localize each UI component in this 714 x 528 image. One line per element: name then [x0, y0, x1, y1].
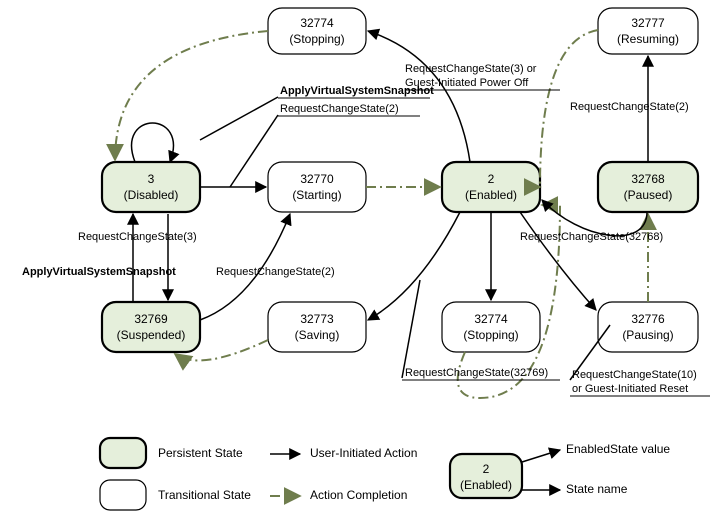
- edge-label-rcs32768: RequestChangeState(32768): [520, 231, 663, 243]
- state-resuming-value: 32777: [631, 16, 665, 30]
- legend-transitional-label: Transitional State: [158, 488, 251, 502]
- legend-persistent-label: Persistent State: [158, 446, 243, 460]
- legend-sample-name: (Enabled): [460, 478, 512, 492]
- legend-user-action-label: User-Initiated Action: [310, 446, 417, 460]
- svg-text:RequestChangeState(10): RequestChangeState(10): [572, 369, 697, 381]
- state-stopping-top-name: (Stopping): [289, 32, 344, 46]
- edge-label-rcs10-or: RequestChangeState(10) or Guest-Initiate…: [570, 369, 710, 396]
- state-stopping-bottom: 32774 (Stopping): [442, 302, 540, 352]
- state-pausing-name: (Pausing): [622, 328, 673, 342]
- state-resuming-name: (Resuming): [617, 32, 679, 46]
- svg-text:ApplyVirtualSystemSnapshot: ApplyVirtualSystemSnapshot: [22, 266, 176, 278]
- state-suspended-value: 32769: [134, 312, 168, 326]
- edge-stopping-top-to-disabled: [115, 31, 268, 160]
- state-saving: 32773 (Saving): [268, 302, 366, 352]
- svg-text:RequestChangeState(3) or: RequestChangeState(3) or: [405, 63, 537, 75]
- state-pausing-value: 32776: [631, 312, 665, 326]
- edge-disabled-selfloop: [132, 123, 174, 162]
- state-saving-name: (Saving): [295, 328, 340, 342]
- legend-completion-label: Action Completion: [310, 488, 407, 502]
- state-resuming: 32777 (Resuming): [598, 8, 698, 54]
- edge-label-rcs3a: RequestChangeState(3): [78, 231, 197, 243]
- edge-label-apply2: ApplyVirtualSystemSnapshot: [22, 266, 176, 278]
- state-enabled: 2 (Enabled): [442, 162, 540, 212]
- state-disabled: 3 (Disabled): [102, 162, 200, 212]
- svg-text:EnabledState value: EnabledState value: [566, 442, 670, 456]
- state-enabled-name: (Enabled): [465, 188, 517, 202]
- svg-text:RequestChangeState(32769): RequestChangeState(32769): [405, 367, 548, 379]
- legend: Persistent State Transitional State User…: [100, 438, 670, 510]
- state-paused: 32768 (Paused): [598, 162, 698, 212]
- legend-enabledstate-bold: EnabledState: [566, 442, 638, 456]
- state-stopping-bot-value: 32774: [474, 312, 508, 326]
- state-paused-value: 32768: [631, 172, 665, 186]
- state-starting: 32770 (Starting): [268, 162, 366, 212]
- edge-label-rcs3-or: RequestChangeState(3) or Guest-Initiated…: [405, 63, 560, 90]
- state-starting-value: 32770: [300, 172, 334, 186]
- edge-label-rcs32769: RequestChangeState(32769): [402, 367, 560, 380]
- state-disabled-value: 3: [148, 172, 155, 186]
- state-saving-value: 32773: [300, 312, 334, 326]
- svg-text:RequestChangeState(2): RequestChangeState(2): [280, 103, 399, 115]
- svg-text:RequestChangeState(2): RequestChangeState(2): [570, 101, 689, 113]
- state-paused-name: (Paused): [624, 188, 673, 202]
- state-disabled-name: (Disabled): [124, 188, 179, 202]
- state-starting-name: (Starting): [292, 188, 341, 202]
- svg-text:RequestChangeState(2): RequestChangeState(2): [216, 266, 335, 278]
- svg-text:Guest-Initiated Power Off: Guest-Initiated Power Off: [405, 77, 529, 89]
- state-enabled-value: 2: [488, 172, 495, 186]
- state-stopping-top: 32774 (Stopping): [268, 8, 366, 54]
- svg-text:RequestChangeState(32768): RequestChangeState(32768): [520, 231, 663, 243]
- edge-label-rcs2a: RequestChangeState(2): [278, 103, 420, 116]
- leader-rcs32769: [402, 280, 420, 378]
- edge-label-rcs2b: RequestChangeState(2): [216, 266, 335, 278]
- svg-text:RequestChangeState(3): RequestChangeState(3): [78, 231, 197, 243]
- legend-state-name-label: State name: [566, 482, 628, 496]
- state-suspended-name: (Suspended): [117, 328, 186, 342]
- legend-sample-value: 2: [483, 462, 490, 476]
- state-stopping-bot-name: (Stopping): [463, 328, 518, 342]
- edge-label-rcs2c: RequestChangeState(2): [570, 101, 689, 113]
- svg-text:or Guest-Initiated Reset: or Guest-Initiated Reset: [572, 383, 688, 395]
- edge-enabled-to-saving: [368, 212, 460, 320]
- state-pausing: 32776 (Pausing): [598, 302, 698, 352]
- state-suspended: 32769 (Suspended): [102, 302, 200, 352]
- legend-enabledstate-rest: value: [638, 442, 670, 456]
- state-stopping-top-value: 32774: [300, 16, 334, 30]
